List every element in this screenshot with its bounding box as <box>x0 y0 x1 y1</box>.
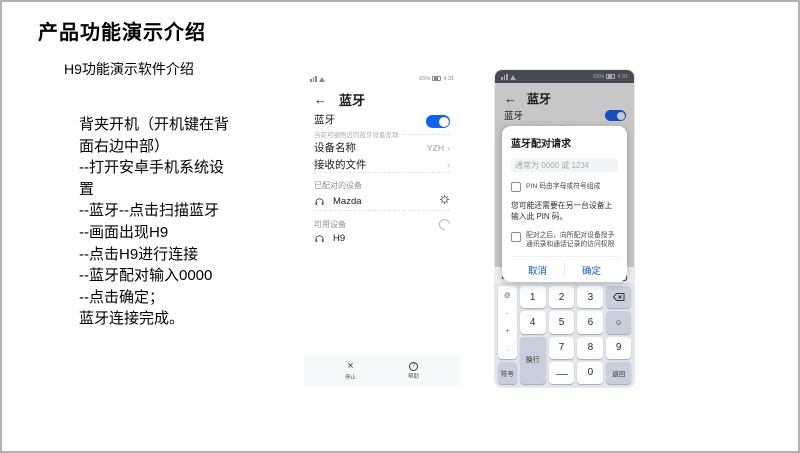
chevron-right-icon: › <box>447 160 450 170</box>
wifi-icon <box>319 77 325 82</box>
device-name-label: 设备名称 <box>314 140 356 155</box>
cancel-button[interactable]: 取消 <box>511 257 564 282</box>
chevron-right-icon: › <box>447 143 450 153</box>
available-device-name: H9 <box>333 233 345 244</box>
minus-symbol[interactable]: - <box>506 310 508 317</box>
phone-screenshot-bluetooth-settings: 65% 4:31 ← 蓝牙 蓝牙 当前可被附近的蓝牙设备发现 设备名称 YZH›… <box>304 70 460 386</box>
divider <box>314 134 450 135</box>
device-name-row[interactable]: 设备名称 YZH› <box>314 140 450 155</box>
stop-scan-button[interactable]: × 停止 <box>345 361 356 381</box>
return-key[interactable]: 返回 <box>606 362 631 384</box>
screen-title: 蓝牙 <box>339 90 365 109</box>
available-devices-header: 可用设备 <box>314 219 346 230</box>
headset-icon <box>314 196 325 207</box>
contacts-access-checkbox-label: 配对之后，向所配对设备授予通讯录和通话记录的访问权限 <box>526 231 618 249</box>
symbol-strip-key[interactable]: @ - + . <box>498 286 517 359</box>
contacts-access-checkbox-row[interactable]: 配对之后，向所配对设备授予通讯录和通话记录的访问权限 <box>511 231 618 249</box>
key-1[interactable]: 1 <box>520 286 546 308</box>
help-question-icon: ? <box>409 362 418 371</box>
status-bar: 65% 4:31 <box>310 74 454 83</box>
instructions-text: 背夹开机（开机键在背 面右边中部） --打开安卓手机系统设 置 --蓝牙--点击… <box>79 114 314 330</box>
scanning-spinner-icon <box>437 217 452 232</box>
key-5[interactable]: 5 <box>549 311 575 333</box>
space-key[interactable] <box>549 362 575 384</box>
received-files-row[interactable]: 接收的文件 › <box>314 157 450 172</box>
available-device-row[interactable]: H9 <box>314 233 450 244</box>
pin-input[interactable] <box>511 158 618 172</box>
dot-symbol[interactable]: . <box>506 346 508 353</box>
presentation-slide: 产品功能演示介绍 H9功能演示软件介绍 背夹开机（开机键在背 面右边中部） --… <box>0 0 800 453</box>
phone-screenshot-pairing-dialog: 65% 4:31 ← 蓝牙 蓝牙 当前可被附近的蓝牙设备发现 蓝牙配对请求 PI… <box>495 70 634 387</box>
available-devices-header-row: 可用设备 <box>314 219 450 230</box>
slide-subtitle: H9功能演示软件介绍 <box>64 59 194 79</box>
key-4[interactable]: 4 <box>520 311 546 333</box>
emoji-icon: ☺ <box>615 318 623 327</box>
key-7[interactable]: 7 <box>549 337 575 359</box>
page-title: 产品功能演示介绍 <box>38 16 206 45</box>
paired-devices-header: 已配对的设备 <box>314 180 362 191</box>
stop-label: 停止 <box>345 373 356 381</box>
received-files-label: 接收的文件 <box>314 157 367 172</box>
key-9[interactable]: 9 <box>606 337 631 359</box>
checkbox-icon[interactable] <box>511 182 521 192</box>
bottom-action-bar: × 停止 ? 帮助 <box>304 355 460 386</box>
back-arrow-icon[interactable]: ← <box>314 92 327 107</box>
pin-letters-checkbox-row[interactable]: PIN 码由字母或符号组成 <box>511 182 618 193</box>
paired-device-row[interactable]: Mazda <box>314 192 450 210</box>
help-label: 帮助 <box>408 372 419 380</box>
plus-symbol[interactable]: + <box>505 328 509 335</box>
key-0[interactable]: 0 <box>577 362 603 384</box>
status-time: 4:31 <box>443 76 454 82</box>
key-2[interactable]: 2 <box>549 286 575 308</box>
enter-key[interactable]: 换行 <box>520 337 546 385</box>
key-8[interactable]: 8 <box>577 337 603 359</box>
checkbox-icon[interactable] <box>511 232 521 242</box>
headset-icon <box>314 233 325 244</box>
key-3[interactable]: 3 <box>577 286 603 308</box>
backspace-key[interactable] <box>606 286 631 308</box>
space-bar-icon <box>556 370 568 375</box>
key-6[interactable]: 6 <box>577 311 603 333</box>
pairing-dialog: 蓝牙配对请求 PIN 码由字母或符号组成 您可能还需要在另一台设备上输入此 PI… <box>502 126 627 282</box>
stop-x-icon: × <box>347 361 353 372</box>
dialog-note: 您可能还需要在另一台设备上输入此 PIN 码。 <box>511 200 618 222</box>
device-name-value: YZH <box>427 143 444 153</box>
battery-icon <box>432 76 441 82</box>
divider <box>314 172 450 173</box>
battery-percent: 65% <box>419 76 430 82</box>
numeric-keypad: @ - + . 1 2 3 4 5 6 ☺ 7 8 9 换行 符号 0 返回 <box>495 283 634 387</box>
pin-letters-checkbox-label: PIN 码由字母或符号组成 <box>526 182 600 191</box>
backspace-icon <box>613 293 625 301</box>
confirm-button[interactable]: 确定 <box>565 257 618 282</box>
dialog-title: 蓝牙配对请求 <box>511 135 618 150</box>
emoji-key[interactable]: ☺ <box>606 311 631 333</box>
device-settings-gear-icon[interactable] <box>439 192 450 210</box>
bluetooth-toggle[interactable] <box>426 115 450 128</box>
symbols-key[interactable]: 符号 <box>498 362 517 384</box>
divider <box>314 210 450 211</box>
help-button[interactable]: ? 帮助 <box>408 362 419 380</box>
signal-icon <box>310 76 317 82</box>
at-symbol[interactable]: @ <box>504 292 511 299</box>
paired-device-name: Mazda <box>333 196 362 207</box>
